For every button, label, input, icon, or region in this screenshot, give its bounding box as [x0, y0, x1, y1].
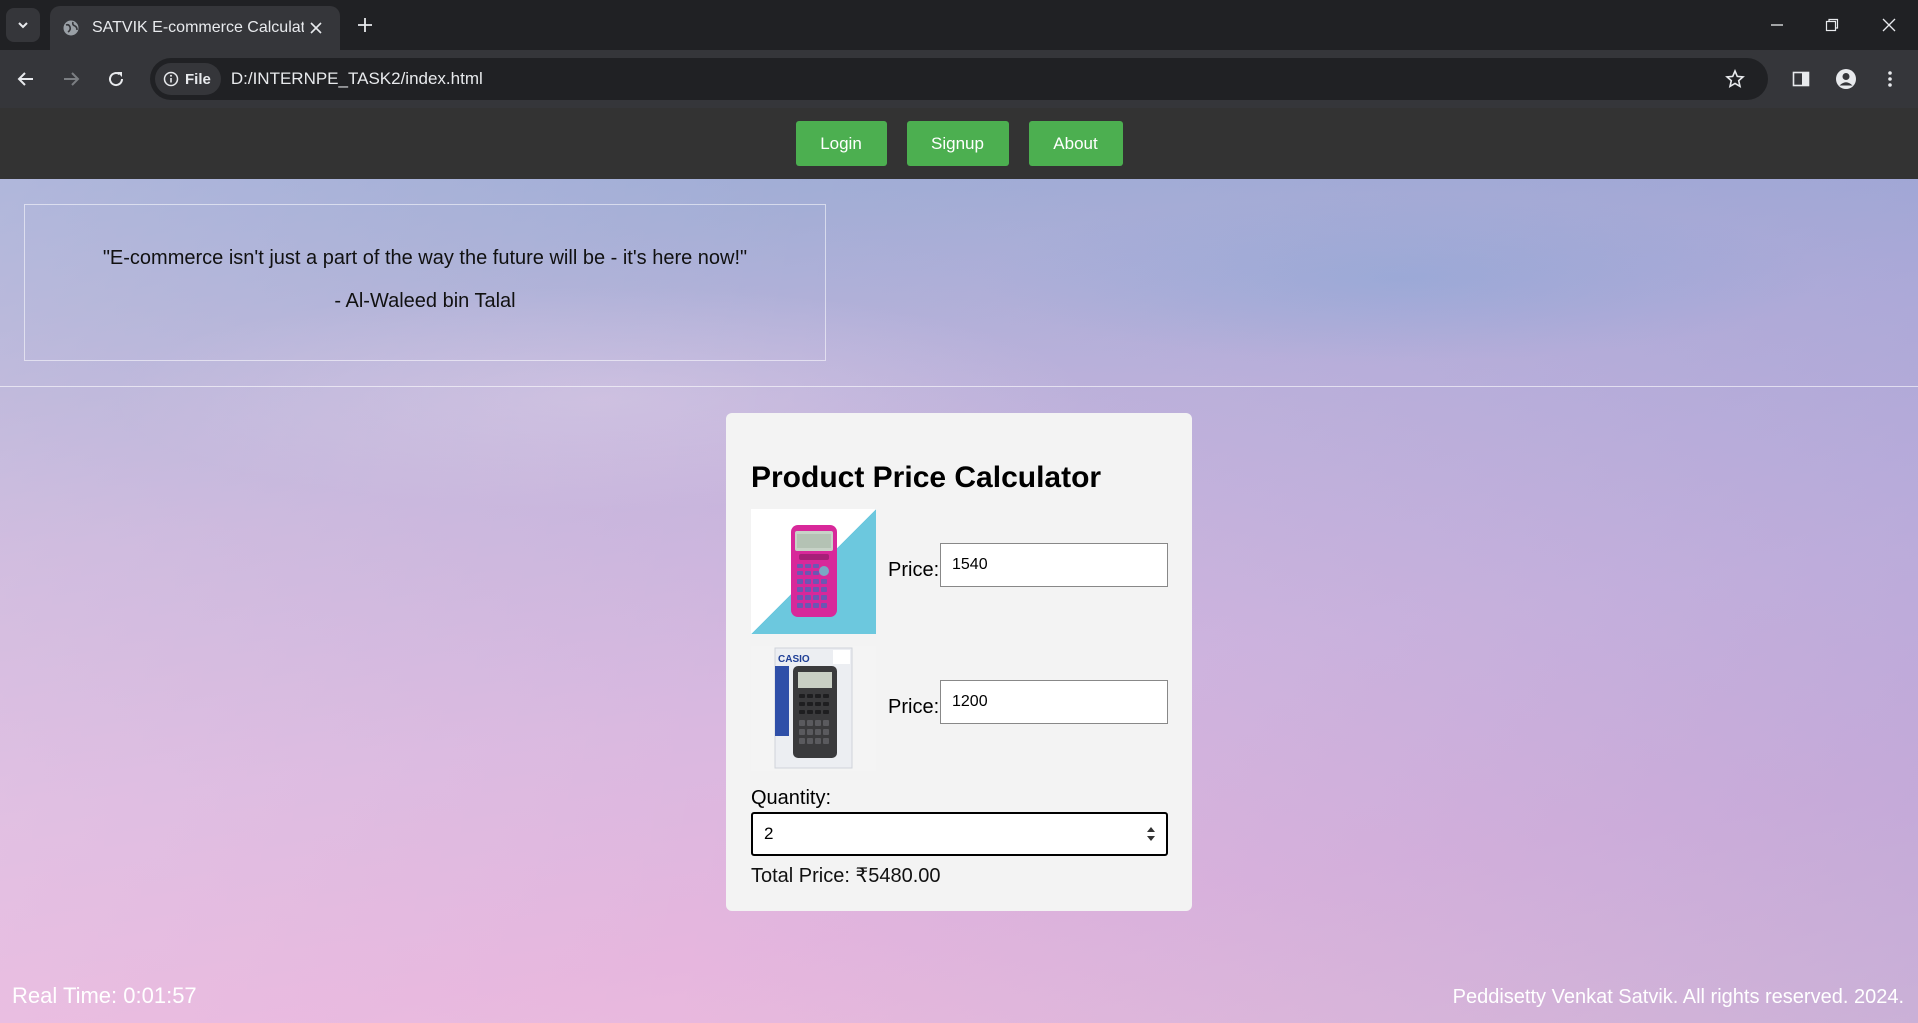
- arrow-left-icon: [17, 72, 33, 86]
- restore-icon: [1825, 18, 1839, 32]
- page-viewport: Login Signup About "E-commerce isn't jus…: [0, 108, 1918, 1023]
- close-tab-icon[interactable]: [304, 16, 328, 40]
- price-label-1: Price:: [888, 559, 940, 581]
- chip-label: File: [185, 70, 211, 88]
- close-icon: [1882, 18, 1896, 32]
- kebab-menu-icon: [1888, 71, 1892, 87]
- product-image-pink-calculator: [751, 509, 876, 634]
- quantity-label: Quantity:: [751, 787, 832, 809]
- price-input-1[interactable]: [940, 543, 1168, 587]
- site-info-chip[interactable]: File: [155, 63, 221, 95]
- browser-menu-button[interactable]: [1873, 62, 1907, 96]
- minimize-icon: [1771, 24, 1783, 26]
- quantity-value: 2: [764, 824, 774, 843]
- browser-tab-bar: SATVIK E-commerce Calculator: [0, 0, 1918, 50]
- about-button[interactable]: About: [1028, 121, 1123, 166]
- restore-button[interactable]: [1810, 8, 1854, 42]
- profile-button[interactable]: [1829, 62, 1863, 96]
- spinner-arrows-icon: [1147, 827, 1155, 841]
- arrow-right-icon: [64, 72, 80, 86]
- back-button[interactable]: [9, 62, 43, 96]
- quantity-spinner[interactable]: [1136, 814, 1166, 854]
- casio-brand-label: CASIO: [778, 654, 810, 665]
- tab-search-button[interactable]: [6, 8, 40, 42]
- quote-author: - Al-Waleed bin Talal: [334, 290, 516, 312]
- total-price: Total Price: ₹5480.00: [751, 865, 941, 887]
- divider: [0, 386, 1918, 387]
- side-panel-icon: [1792, 71, 1810, 87]
- calculator-card: Product Price Calculator Price: 1540 CAS…: [726, 413, 1192, 911]
- browser-toolbar: File D:/INTERNPE_TASK2/index.html: [0, 50, 1918, 108]
- url-text[interactable]: D:/INTERNPE_TASK2/index.html: [231, 69, 1718, 89]
- price-label-2: Price:: [888, 696, 940, 718]
- chevron-down-icon: [18, 22, 28, 29]
- new-tab-button[interactable]: [350, 10, 380, 40]
- site-navbar: Login Signup About: [0, 108, 1918, 179]
- globe-icon: [62, 19, 80, 37]
- real-time-clock: Real Time: 0:01:57: [12, 983, 197, 1008]
- quote-text: "E-commerce isn't just a part of the way…: [102, 247, 748, 269]
- active-tab[interactable]: SATVIK E-commerce Calculator: [50, 6, 340, 50]
- minimize-button[interactable]: [1755, 8, 1799, 42]
- plus-icon: [358, 18, 372, 32]
- login-button[interactable]: Login: [795, 121, 887, 166]
- side-panel-button[interactable]: [1784, 62, 1818, 96]
- footer-copyright: Peddisetty Venkat Satvik. All rights res…: [1452, 986, 1904, 1008]
- address-bar[interactable]: File D:/INTERNPE_TASK2/index.html: [150, 58, 1768, 100]
- forward-button[interactable]: [54, 62, 88, 96]
- signup-button[interactable]: Signup: [906, 121, 1009, 166]
- reload-button[interactable]: [99, 62, 133, 96]
- close-window-button[interactable]: [1867, 8, 1911, 42]
- bookmark-star-icon[interactable]: [1718, 62, 1752, 96]
- calculator-title: Product Price Calculator: [751, 461, 1102, 494]
- reload-icon: [109, 72, 124, 87]
- tab-title: SATVIK E-commerce Calculator: [92, 19, 304, 36]
- quote-box: "E-commerce isn't just a part of the way…: [24, 204, 826, 361]
- quantity-input[interactable]: 2: [751, 812, 1168, 856]
- price-input-2[interactable]: [940, 680, 1168, 724]
- profile-icon: [1836, 69, 1856, 89]
- product-image-casio-calculator: CASIO: [751, 646, 876, 771]
- info-icon: [163, 71, 179, 87]
